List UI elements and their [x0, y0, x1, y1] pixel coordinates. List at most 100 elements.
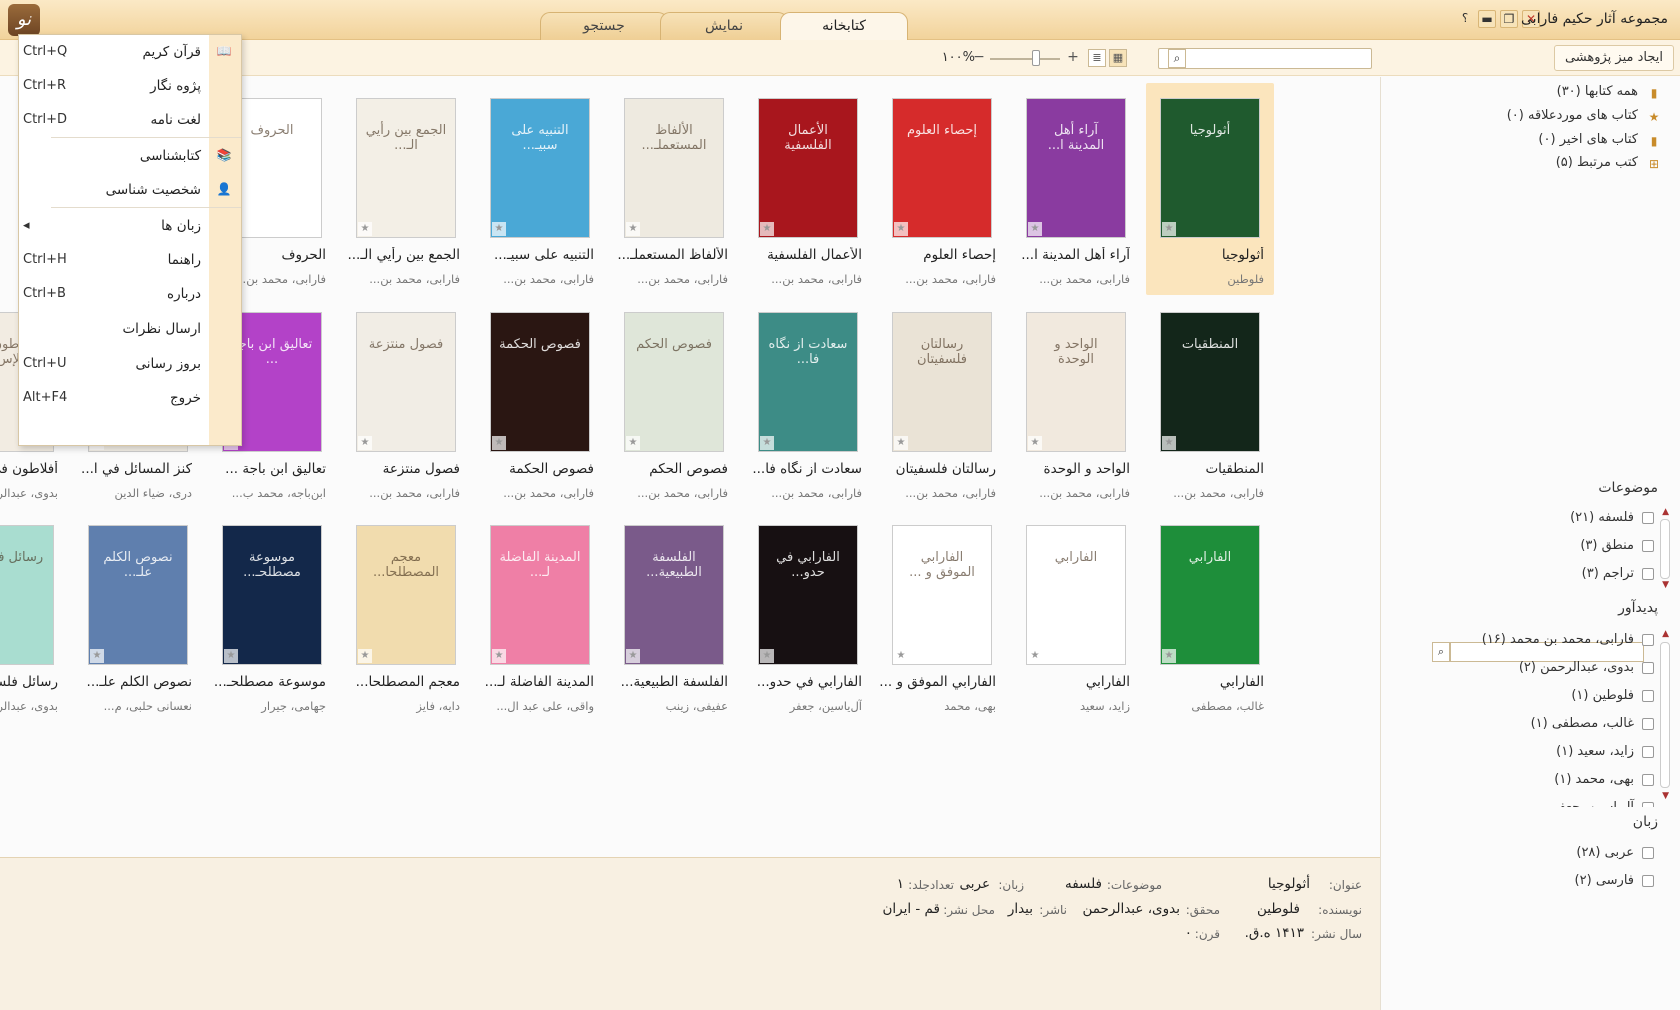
book-item[interactable]: الفارابي ★ الفارابي زاید، سعید	[1012, 510, 1140, 722]
languages-filter-item[interactable]: عربی (۲۸)	[1576, 845, 1654, 867]
creators-filter-item[interactable]: فارابی، محمد بن محمد (۱۶)	[1482, 632, 1654, 654]
book-cover[interactable]: الفارابي ★	[1026, 525, 1126, 665]
create-research-desk-button[interactable]: ایجاد میز پژوهشی	[1553, 45, 1674, 71]
favorite-star-icon[interactable]: ★	[1162, 649, 1176, 663]
book-cover[interactable]: الألفاظ المستعملـ... ★	[624, 98, 724, 238]
creators-filter-item[interactable]: آل‌یاسین، جعفر	[1552, 800, 1654, 807]
favorite-star-icon[interactable]: ★	[1028, 649, 1042, 663]
zoom-slider-handle[interactable]	[1032, 50, 1040, 66]
book-cover[interactable]: الفارابي الموفق و ... ★	[892, 525, 992, 665]
favorite-star-icon[interactable]: ★	[492, 436, 506, 450]
favorite-star-icon[interactable]: ★	[626, 436, 640, 450]
favorite-star-icon[interactable]: ★	[1028, 222, 1042, 236]
book-item[interactable]: الألفاظ المستعملـ... ★ الألفاظ المستعملـ..…	[610, 83, 738, 295]
book-cover[interactable]: نصوص الكلم علـ... ★	[88, 525, 188, 665]
book-item[interactable]: رسائل فلسفية★رسائل فلسفيةبدوی، عبدالرحمن	[0, 510, 68, 722]
book-item[interactable]: نصوص الكلم علـ... ★ نصوص الكلم علـ... نعسان…	[74, 510, 202, 722]
checkbox[interactable]	[1642, 874, 1654, 887]
tab-library[interactable]: کتابخانه	[780, 12, 908, 41]
book-cover[interactable]: رسائل فلسفية★	[0, 525, 54, 665]
menu-item[interactable]: خروج Alt+F4	[17, 381, 241, 417]
book-cover[interactable]: الأعمال الفلسفية ★	[758, 98, 858, 238]
book-cover[interactable]: الفلسفة الطبيعية... ★	[624, 525, 724, 665]
book-cover[interactable]: موسوعة مصطلحـ... ★	[222, 525, 322, 665]
minimize-button[interactable]: ▬	[1478, 10, 1496, 28]
favorite-star-icon[interactable]: ★	[358, 222, 372, 236]
menu-item[interactable]: راهنما Ctrl+H	[17, 243, 241, 279]
book-item[interactable]: معجم المصطلحا... ★ معجم المصطلحا... دایه، ف…	[342, 510, 470, 722]
book-item[interactable]: فصول منتزعة ★ فصول منتزعة فارابی، محمد بن..…	[342, 297, 470, 509]
favorite-star-icon[interactable]: ★	[1162, 436, 1176, 450]
book-cover[interactable]: رسالتان فلسفيتان ★	[892, 312, 992, 452]
book-item[interactable]: رسالتان فلسفيتان ★ رسالتان فلسفيتان فارابی،…	[878, 297, 1006, 509]
book-cover[interactable]: المنطقيات ★	[1160, 312, 1260, 452]
search-input[interactable]	[1158, 48, 1372, 69]
creators-filter-item[interactable]: بدوی، عبدالرحمن (۲)	[1519, 660, 1654, 682]
book-cover[interactable]: فصوص الحكمة ★	[490, 312, 590, 452]
favorite-star-icon[interactable]: ★	[224, 649, 238, 663]
favorite-star-icon[interactable]: ★	[760, 222, 774, 236]
book-cover[interactable]: الفارابي ★	[1160, 525, 1260, 665]
book-item[interactable]: الفارابي ★ الفارابي غالب، مصطفی	[1146, 510, 1274, 722]
checkbox[interactable]	[1642, 745, 1654, 758]
book-item[interactable]: أثولوجيا ★ أثولوجيا فلوطين	[1146, 83, 1274, 295]
favorite-star-icon[interactable]: ★	[492, 649, 506, 663]
zoom-slider[interactable]	[990, 58, 1060, 60]
menu-item[interactable]: بروز رسانی Ctrl+U	[17, 347, 241, 383]
checkbox[interactable]	[1642, 633, 1654, 646]
menu-item[interactable]: زبان ها ◂	[17, 209, 241, 245]
book-item[interactable]: المدينة الفاضلة لـ... ★ المدينة الفاضلة لـ…	[476, 510, 604, 722]
tab-display[interactable]: نمایش	[660, 12, 788, 40]
favorite-star-icon[interactable]: ★	[626, 649, 640, 663]
book-cover[interactable]: الجمع بين رأيي الـ... ★	[356, 98, 456, 238]
favorite-star-icon[interactable]: ★	[1162, 222, 1176, 236]
book-item[interactable]: التنبيه على سبيـ... ★ التنبيه على سبيـ... ف…	[476, 83, 604, 295]
book-cover[interactable]: فصوص الحكم ★	[624, 312, 724, 452]
book-cover[interactable]: فصول منتزعة ★	[356, 312, 456, 452]
scroll-down-icon[interactable]: ▼	[1662, 791, 1669, 801]
book-item[interactable]: إحصاء العلوم ★ إحصاء العلوم فارابی، محمد بن…	[878, 83, 1006, 295]
book-cover[interactable]: التنبيه على سبيـ... ★	[490, 98, 590, 238]
menu-item[interactable]: کتابشناسی 📚	[17, 139, 241, 175]
creators-filter-item[interactable]: غالب، مصطفی (۱)	[1531, 716, 1654, 738]
tab-search[interactable]: جستجو	[540, 12, 668, 40]
book-cover[interactable]: أثولوجيا ★	[1160, 98, 1260, 238]
checkbox[interactable]	[1642, 846, 1654, 859]
book-cover[interactable]: الواحد و الوحدة ★	[1026, 312, 1126, 452]
favorite-star-icon[interactable]: ★	[760, 649, 774, 663]
maximize-button[interactable]: ❐	[1500, 10, 1518, 28]
menu-item[interactable]: لغت نامه Ctrl+D	[17, 103, 241, 139]
menu-item[interactable]: پژوه نگار Ctrl+R	[17, 69, 241, 105]
favorite-star-icon[interactable]: ★	[90, 649, 104, 663]
languages-filter-item[interactable]: فارسی (۲)	[1575, 873, 1654, 895]
help-icon[interactable]: ؟	[1456, 10, 1474, 28]
menu-item[interactable]: ارسال نظرات	[17, 312, 241, 348]
checkbox[interactable]	[1642, 661, 1654, 674]
scroll-up-icon[interactable]: ▲	[1662, 629, 1669, 639]
favorite-star-icon[interactable]: ★	[626, 222, 640, 236]
checkbox[interactable]	[1642, 717, 1654, 730]
book-item[interactable]: آراء أهل المدينة ا... ★ آراء أهل المدينة ا…	[1012, 83, 1140, 295]
zoom-in-button[interactable]: +	[1064, 49, 1082, 67]
book-cover[interactable]: معجم المصطلحا... ★	[356, 525, 456, 665]
book-item[interactable]: فصوص الحكمة ★ فصوص الحكمة فارابی، محمد بن..…	[476, 297, 604, 509]
favorite-star-icon[interactable]: ★	[1028, 436, 1042, 450]
menu-item[interactable]: قرآن کریم Ctrl+Q 📖	[17, 35, 241, 71]
grid-view-icon[interactable]: ▦	[1109, 49, 1127, 67]
creators-scrollbar[interactable]	[1660, 642, 1670, 788]
creators-filter-item[interactable]: فلوطین (۱)	[1571, 688, 1654, 710]
book-item[interactable]: الفارابي في حدو... ★ الفارابي في حدو... آل‌…	[744, 510, 872, 722]
favorite-star-icon[interactable]: ★	[894, 222, 908, 236]
book-item[interactable]: الأعمال الفلسفية ★ الأعمال الفلسفية فارابی،…	[744, 83, 872, 295]
favorite-star-icon[interactable]: ★	[894, 436, 908, 450]
book-item[interactable]: الفارابي الموفق و ... ★ الفارابي الموفق و …	[878, 510, 1006, 722]
book-cover[interactable]: إحصاء العلوم ★	[892, 98, 992, 238]
favorite-star-icon[interactable]: ★	[358, 649, 372, 663]
favorite-star-icon[interactable]: ★	[894, 649, 908, 663]
book-item[interactable]: المنطقيات ★ المنطقيات فارابی، محمد بن...	[1146, 297, 1274, 509]
favorite-star-icon[interactable]: ★	[358, 436, 372, 450]
list-view-icon[interactable]: ≣	[1088, 49, 1106, 67]
menu-item[interactable]: درباره Ctrl+B	[17, 277, 241, 313]
book-item[interactable]: الواحد و الوحدة ★ الواحد و الوحدة فارابی، م…	[1012, 297, 1140, 509]
checkbox[interactable]	[1642, 801, 1654, 807]
